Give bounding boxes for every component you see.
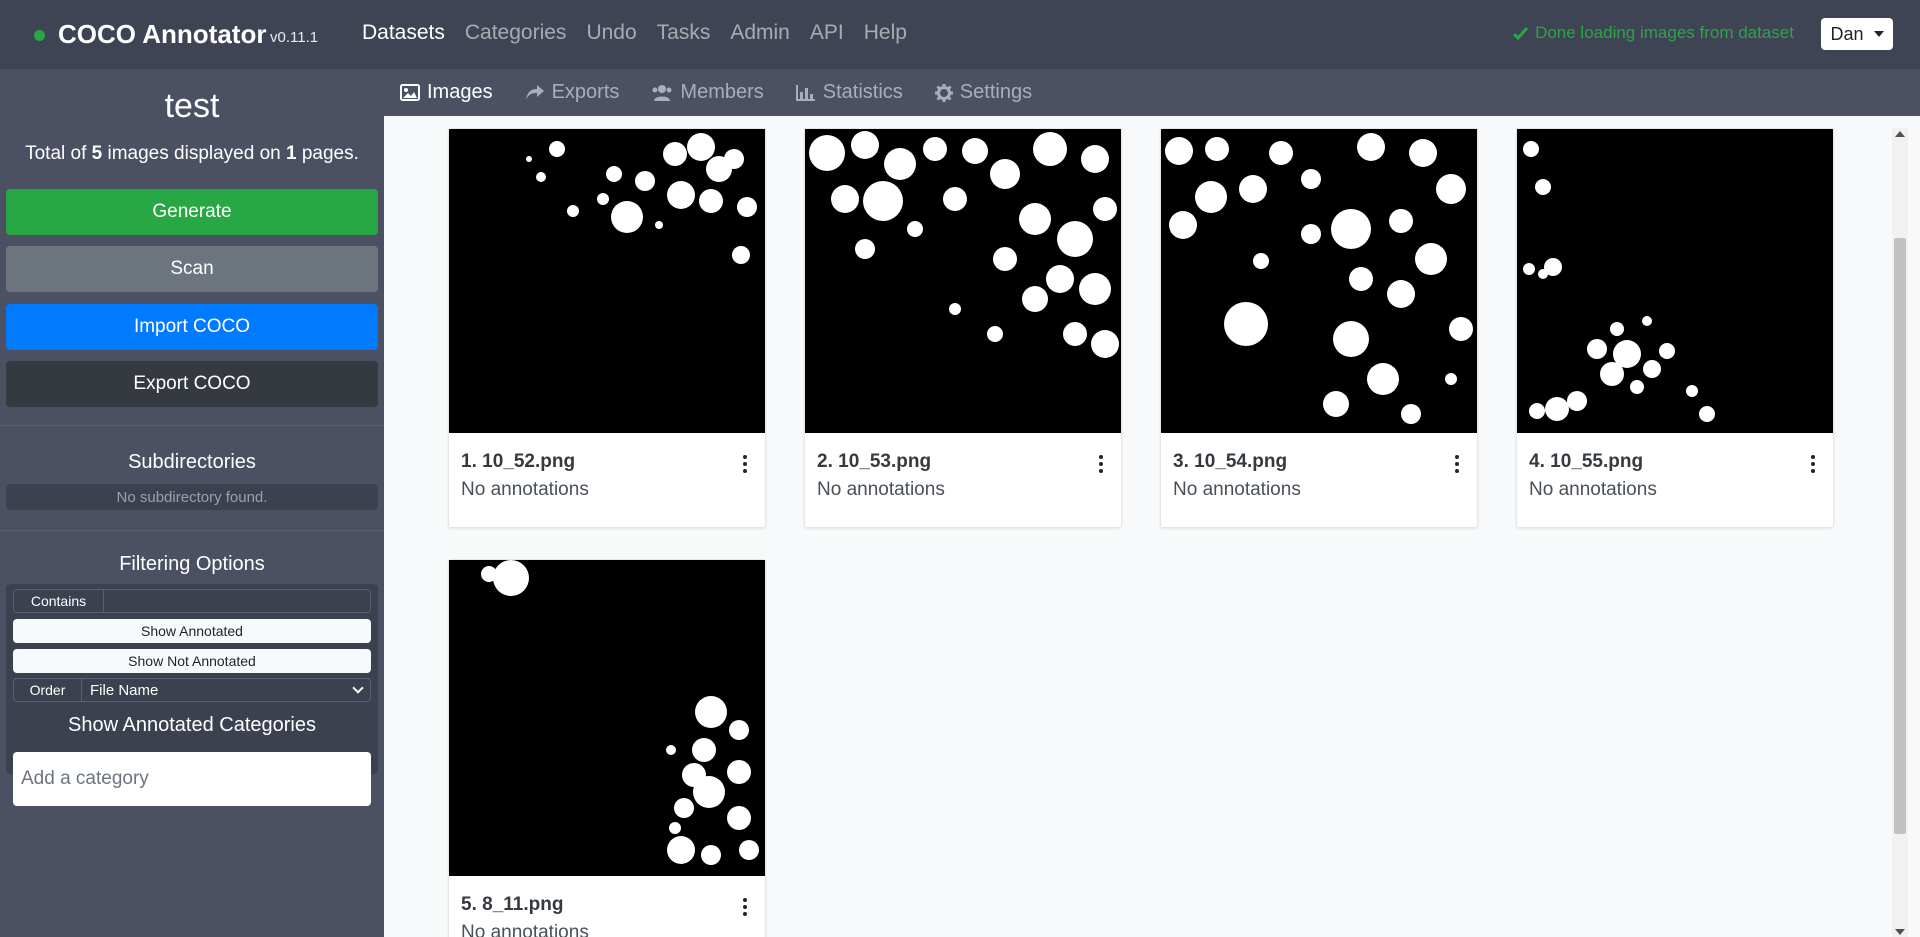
status-message-text: Done loading images from dataset [1535,23,1794,42]
status-message: Done loading images from dataset [1513,23,1794,43]
annotated-categories-title: Show Annotated Categories [68,714,316,736]
filtering-title: Filtering Options [119,553,265,575]
tab-images[interactable]: Images [400,81,493,104]
image-name[interactable]: 4. 10_55.png [1529,451,1821,473]
contains-input[interactable] [104,590,370,612]
chevron-down-icon [352,682,364,694]
image-thumbnail[interactable] [1517,129,1833,433]
export-coco-button[interactable]: Export COCO [6,361,378,407]
order-label: Order [14,679,82,701]
image-name[interactable]: 1. 10_52.png [461,451,753,473]
dataset-summary: Total of 5 images displayed on 1 pages. [25,143,359,164]
image-card[interactable]: 2. 10_53.png No annotations [804,128,1122,528]
image-card[interactable]: 3. 10_54.png No annotations [1160,128,1478,528]
scroll-up-arrow-icon[interactable] [1895,131,1905,137]
annotation-status: No annotations [817,479,945,500]
image-card[interactable]: 5. 8_11.png No annotations [448,559,766,937]
annotation-status: No annotations [1173,479,1301,500]
subdirectories-title: Subdirectories [128,451,256,473]
scrollbar-thumb[interactable] [1894,238,1906,834]
divider [0,530,384,531]
contains-filter: Contains [13,589,371,613]
check-icon [1513,26,1529,40]
image-name[interactable]: 5. 8_11.png [461,894,753,916]
top-navbar: COCO Annotator v0.11.1 Datasets Categori… [0,0,1920,69]
bar-chart-icon [795,85,815,101]
image-name[interactable]: 2. 10_53.png [817,451,1109,473]
user-name: Dan [1830,23,1864,44]
image-grid: 1. 10_52.png No annotations 2. 10_53.png… [384,116,1920,937]
image-icon [400,84,420,101]
share-icon [525,85,544,100]
sidebar: test Total of 5 images displayed on 1 pa… [0,69,384,937]
annotation-status: No annotations [1529,479,1657,500]
annotation-status: No annotations [461,479,589,500]
more-options-icon[interactable] [1455,455,1459,473]
image-count: 5 [91,143,103,164]
user-dropdown-button[interactable]: Dan [1821,18,1893,50]
tab-members[interactable]: Members [651,81,764,104]
order-filter: Order File Name [13,678,371,702]
scan-button[interactable]: Scan [6,246,378,292]
users-icon [652,85,672,101]
brand-title[interactable]: COCO Annotator [58,19,266,50]
nav-tasks[interactable]: Tasks [657,21,711,45]
dataset-tabs: Images Exports Members Statistics Settin… [384,69,1920,116]
page-count: 1 [286,143,297,164]
image-name[interactable]: 3. 10_54.png [1173,451,1465,473]
nav-undo[interactable]: Undo [586,21,636,45]
nav-categories[interactable]: Categories [465,21,567,45]
image-thumbnail[interactable] [805,129,1121,433]
category-input[interactable]: Add a category [13,752,371,806]
more-options-icon[interactable] [743,898,747,916]
tab-settings[interactable]: Settings [934,81,1032,104]
image-card[interactable]: 1. 10_52.png No annotations [448,128,766,528]
more-options-icon[interactable] [1099,455,1103,473]
more-options-icon[interactable] [743,455,747,473]
filter-panel: Contains Show Annotated Show Not Annotat… [6,584,378,806]
gear-icon [934,83,953,102]
nav-datasets[interactable]: Datasets [362,21,445,45]
status-dot-icon [34,30,45,41]
nav-help[interactable]: Help [864,21,907,45]
main-nav: Datasets Categories Undo Tasks Admin API… [362,21,907,45]
image-thumbnail[interactable] [1161,129,1477,433]
show-annotated-button[interactable]: Show Annotated [13,619,371,643]
divider [0,425,384,426]
tab-exports[interactable]: Exports [525,81,619,104]
order-selected-value: File Name [90,681,159,699]
image-thumbnail[interactable] [449,129,765,433]
image-thumbnail[interactable] [449,560,765,876]
generate-button[interactable]: Generate [6,189,378,235]
nav-api[interactable]: API [810,21,844,45]
caret-down-icon [1873,31,1884,37]
scroll-down-arrow-icon[interactable] [1895,929,1905,935]
order-select[interactable]: File Name [82,679,370,701]
annotation-status: No annotations [461,922,589,937]
subdirectory-list: No subdirectory found. [6,484,378,510]
contains-label: Contains [14,590,104,612]
dataset-title: test [164,87,220,125]
tab-statistics[interactable]: Statistics [795,81,903,104]
image-card[interactable]: 4. 10_55.png No annotations [1516,128,1834,528]
app-version: v0.11.1 [270,29,319,46]
more-options-icon[interactable] [1811,455,1815,473]
show-not-annotated-button[interactable]: Show Not Annotated [13,649,371,673]
nav-admin[interactable]: Admin [730,21,790,45]
scrollbar[interactable] [1892,128,1908,937]
import-coco-button[interactable]: Import COCO [6,304,378,350]
